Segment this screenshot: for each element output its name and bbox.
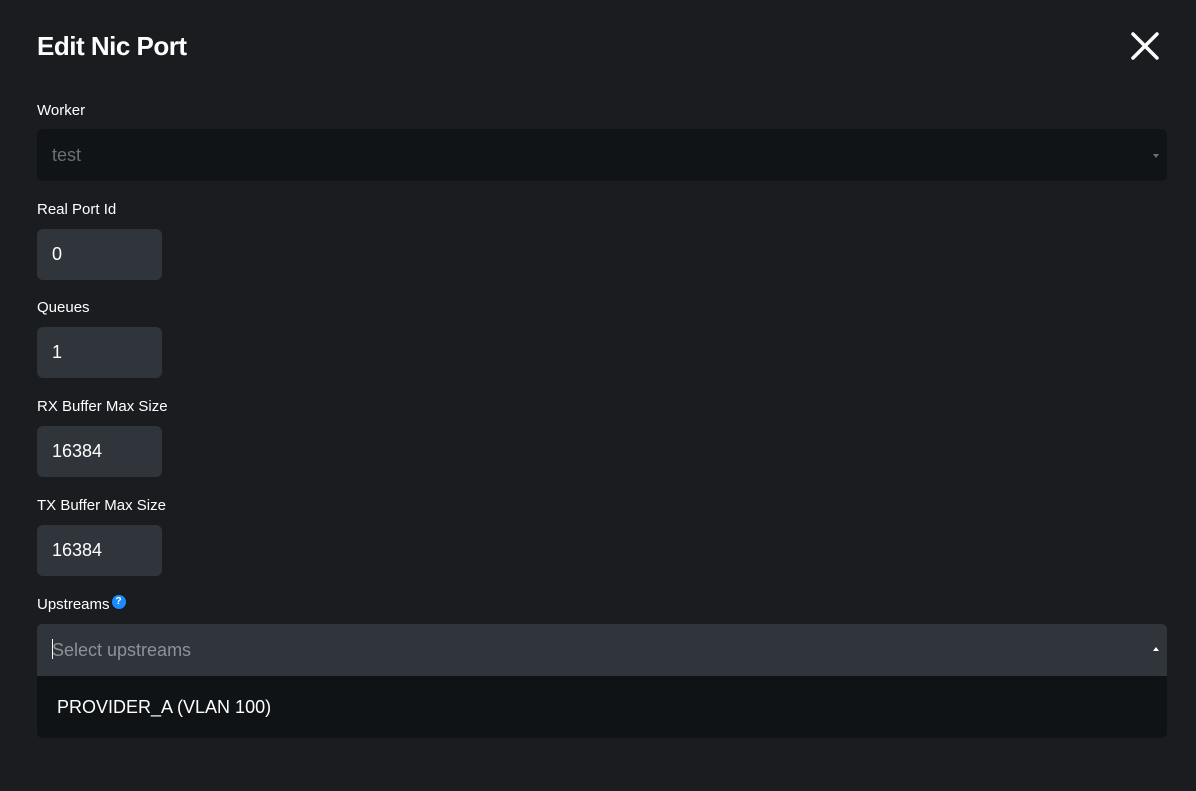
upstreams-placeholder: Select upstreams — [52, 640, 192, 660]
rx-buffer-input[interactable]: 16384 — [37, 426, 162, 477]
queues-input[interactable]: 1 — [37, 327, 162, 378]
tx-buffer-label: TX Buffer Max Size — [37, 497, 166, 514]
chevron-up-icon — [1153, 647, 1159, 651]
upstreams-label: Upstreams — [37, 596, 110, 613]
question-circle-icon[interactable]: ? — [111, 595, 126, 610]
real-port-id-input[interactable]: 0 — [37, 229, 162, 280]
rx-buffer-label: RX Buffer Max Size — [37, 398, 168, 415]
upstreams-label-row: Upstreams? — [37, 595, 126, 614]
worker-label: Worker — [37, 102, 86, 119]
upstreams-dropdown-menu: PROVIDER_A (VLAN 100) — [37, 676, 1167, 738]
real-port-id-label: Real Port Id — [37, 201, 117, 218]
edit-nic-port-modal: Edit Nic Port Worker test Real Port Id 0… — [0, 0, 1196, 791]
worker-select[interactable]: test — [37, 129, 1167, 181]
text-cursor — [52, 639, 53, 660]
upstreams-select[interactable]: Select upstreams — [37, 624, 1167, 676]
queues-label: Queues — [37, 299, 90, 316]
close-button[interactable] — [1126, 27, 1164, 65]
modal-title: Edit Nic Port — [37, 31, 187, 61]
close-icon — [1126, 27, 1164, 65]
worker-select-value: test — [52, 145, 82, 165]
tx-buffer-input[interactable]: 16384 — [37, 525, 162, 576]
chevron-down-icon — [1153, 154, 1159, 158]
upstream-option-provider-a[interactable]: PROVIDER_A (VLAN 100) — [57, 676, 271, 738]
